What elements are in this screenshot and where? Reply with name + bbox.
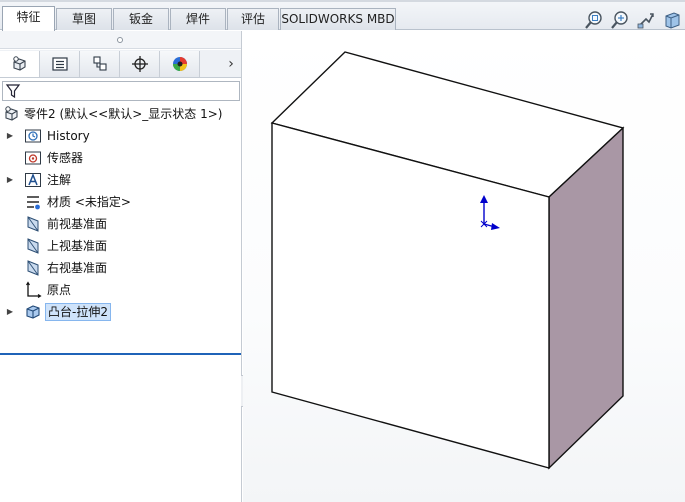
tree-item-label: 上视基准面 bbox=[47, 239, 108, 253]
tab-weldments[interactable]: 焊件 bbox=[170, 8, 226, 30]
filter-icon bbox=[5, 84, 21, 99]
tree-item-material[interactable]: 材质 <未指定> bbox=[0, 191, 241, 213]
tree-item-origin[interactable]: 原点 bbox=[0, 279, 241, 301]
solidworks-window: 特征 草图 钣金 焊件 评估 SOLIDWORKS MBD › 零件2 (默认<… bbox=[0, 0, 685, 502]
manager-tabs: › bbox=[0, 50, 241, 78]
tree-item-label: 传感器 bbox=[47, 151, 84, 165]
propertymanager-tab-icon bbox=[52, 57, 68, 71]
splitter-dot-icon bbox=[117, 37, 123, 43]
tree-rollback-bar[interactable] bbox=[0, 353, 241, 355]
tree-item-sensors[interactable]: 传感器 bbox=[0, 147, 241, 169]
origin-icon bbox=[26, 281, 42, 298]
part-icon bbox=[5, 106, 18, 121]
zoom-to-area-icon[interactable] bbox=[610, 10, 630, 30]
propertymanager-tab[interactable] bbox=[40, 51, 80, 77]
manager-tabs-more-button[interactable]: › bbox=[224, 56, 238, 72]
material-icon bbox=[27, 196, 40, 210]
tree-item-right-plane[interactable]: 右视基准面 bbox=[0, 257, 241, 279]
expand-arrow-icon[interactable]: ▶ bbox=[5, 305, 15, 319]
annotations-folder-icon bbox=[25, 172, 41, 187]
tab-evaluate[interactable]: 评估 bbox=[227, 8, 279, 30]
tree-item-history[interactable]: ▶ History bbox=[0, 125, 241, 147]
tree-item-label: 右视基准面 bbox=[47, 261, 108, 275]
featuremanager-panel: › 零件2 (默认<<默认>_显示状态 1>) ▶ History 传感器 ▶ … bbox=[0, 31, 242, 502]
displaymanager-tab[interactable] bbox=[160, 51, 200, 77]
graphics-viewport[interactable]: 软件自学网 WWW.RJZXW.COM bbox=[243, 31, 685, 502]
tree-item-boss-extrude[interactable]: ▶ 凸台-拉伸2 bbox=[0, 301, 241, 323]
previous-view-icon[interactable] bbox=[636, 10, 656, 30]
tree-root-label: 零件2 (默认<<默认>_显示状态 1>) bbox=[24, 107, 223, 121]
tab-features[interactable]: 特征 bbox=[2, 6, 55, 31]
featuremanager-tab[interactable] bbox=[0, 51, 40, 77]
tree-item-label: 材质 <未指定> bbox=[47, 195, 131, 209]
panel-splitter-grip[interactable] bbox=[0, 31, 241, 49]
plane-icon bbox=[27, 238, 39, 254]
tree-root[interactable]: 零件2 (默认<<默认>_显示状态 1>) bbox=[0, 103, 241, 125]
boss-extrude-icon bbox=[26, 305, 40, 319]
tabbar-top-line bbox=[0, 0, 685, 2]
expand-arrow-icon[interactable]: ▶ bbox=[5, 129, 15, 143]
model-scene bbox=[270, 51, 625, 470]
section-view-icon[interactable] bbox=[662, 10, 682, 30]
dimxpertmanager-tab[interactable] bbox=[120, 51, 160, 77]
tree-item-label: History bbox=[47, 129, 90, 143]
zoom-to-fit-icon[interactable] bbox=[584, 10, 604, 30]
command-manager-tabbar: 特征 草图 钣金 焊件 评估 SOLIDWORKS MBD bbox=[0, 0, 685, 31]
tree-item-annotations[interactable]: ▶ 注解 bbox=[0, 169, 241, 191]
tab-sheet-metal[interactable]: 钣金 bbox=[113, 8, 169, 30]
tab-solidworks-mbd[interactable]: SOLIDWORKS MBD bbox=[280, 8, 396, 30]
tree-item-front-plane[interactable]: 前视基准面 bbox=[0, 213, 241, 235]
configurationmanager-tab[interactable] bbox=[80, 51, 120, 77]
displaymanager-tab-icon bbox=[173, 57, 187, 71]
tree-item-label: 注解 bbox=[47, 173, 72, 187]
dimxpertmanager-tab-icon bbox=[132, 56, 148, 72]
tree-filter-box[interactable] bbox=[2, 81, 240, 101]
plane-icon bbox=[27, 260, 39, 276]
tree-item-label: 凸台-拉伸2 bbox=[45, 303, 111, 321]
configurationmanager-tab-icon bbox=[93, 56, 107, 71]
expand-arrow-icon[interactable]: ▶ bbox=[5, 173, 15, 187]
tree-item-top-plane[interactable]: 上视基准面 bbox=[0, 235, 241, 257]
sensors-folder-icon bbox=[25, 151, 41, 165]
tree-item-label: 前视基准面 bbox=[47, 217, 108, 231]
featuremanager-tab-icon bbox=[13, 56, 26, 71]
tree-item-label: 原点 bbox=[47, 283, 72, 297]
tab-sketch[interactable]: 草图 bbox=[56, 8, 112, 30]
plane-icon bbox=[27, 216, 39, 232]
history-folder-icon bbox=[25, 129, 41, 143]
